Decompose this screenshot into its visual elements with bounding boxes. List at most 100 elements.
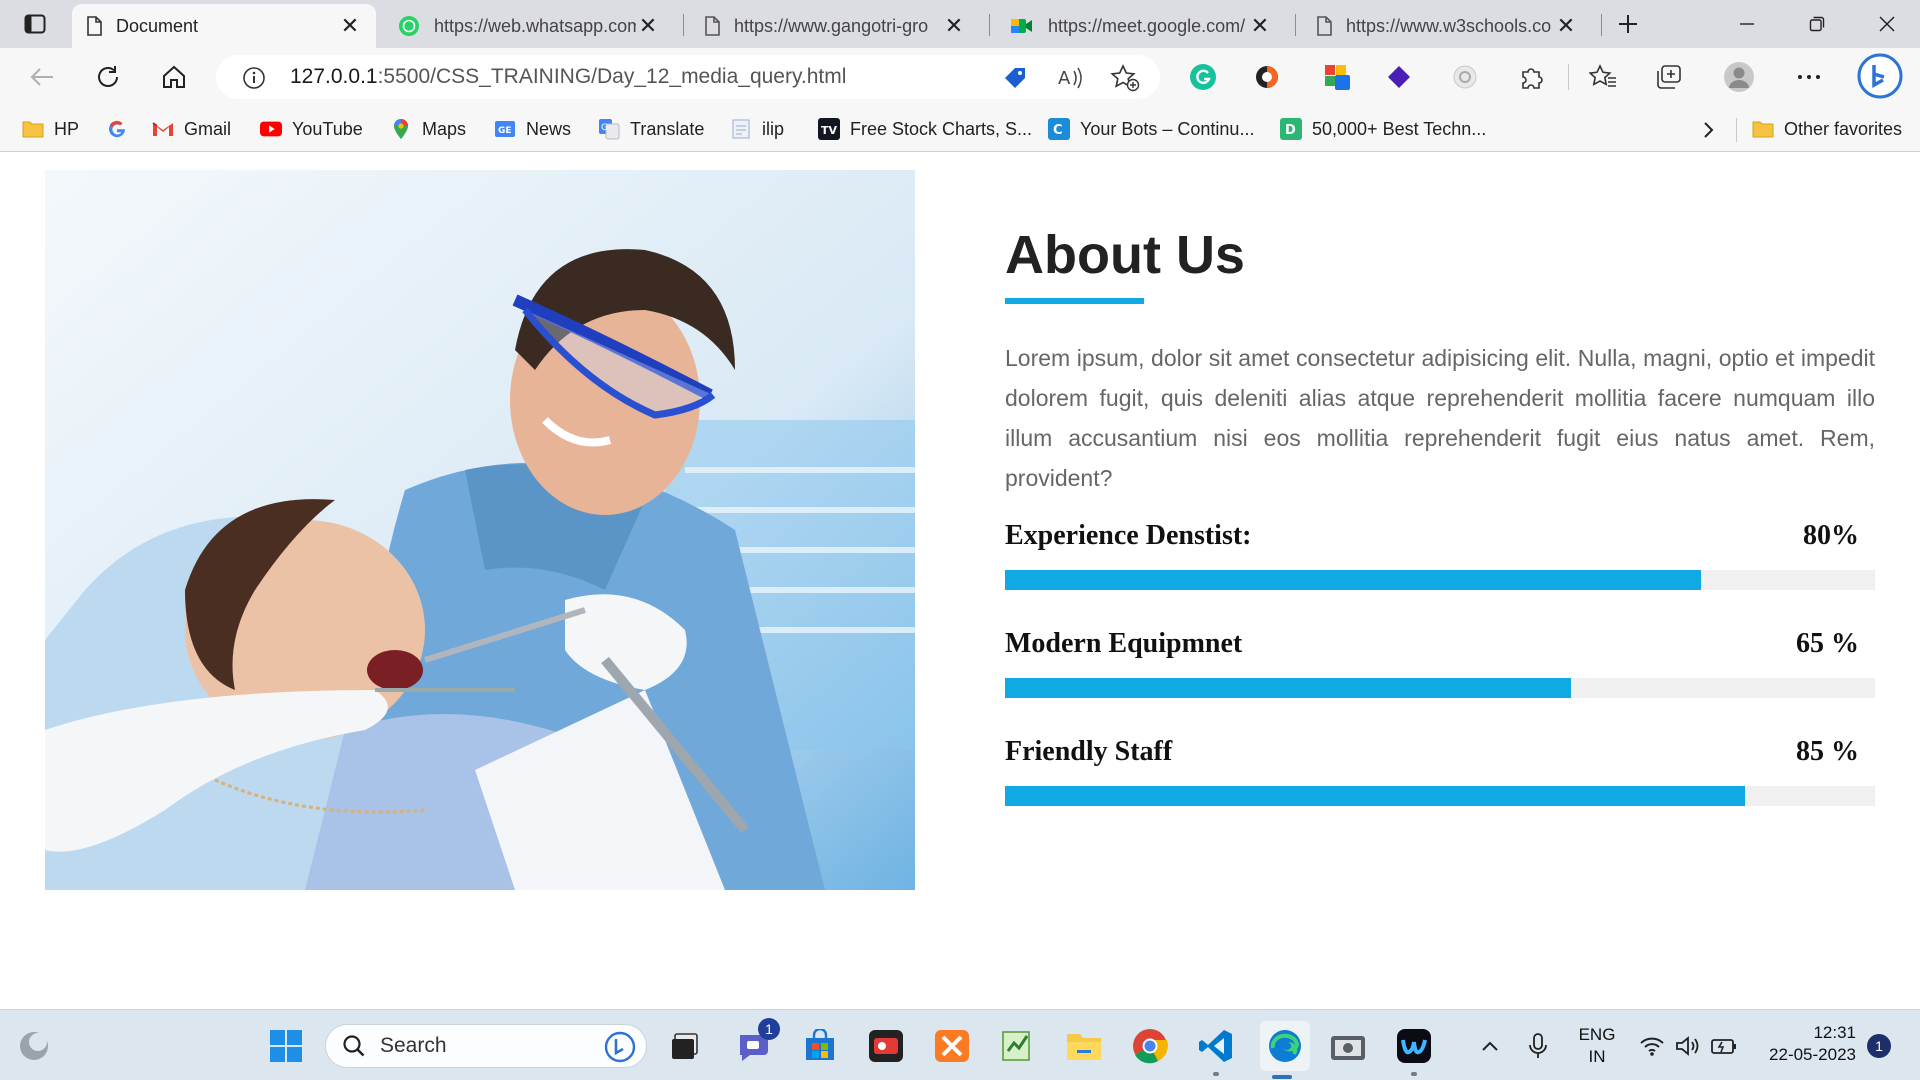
favorites-separator [1736, 118, 1737, 142]
tab-whatsapp[interactable]: https://web.whatsapp.com ✕ [384, 4, 674, 48]
page-icon [1317, 16, 1332, 36]
tab-document[interactable]: Document ✕ [72, 4, 376, 48]
favorites-bar: HP Gmail YouTube Maps GE News G Translat… [0, 106, 1920, 152]
clock[interactable]: 12:31 22-05-2023 [1752, 1022, 1856, 1066]
page-icon [87, 16, 102, 36]
favorite-label: News [526, 118, 572, 139]
close-window-button[interactable] [1854, 0, 1920, 48]
refresh-icon [98, 66, 118, 87]
vscode-icon[interactable] [1194, 1024, 1238, 1076]
document-icon [730, 118, 752, 140]
read-aloud-icon[interactable]: A [1058, 65, 1086, 91]
extension-purple-icon[interactable] [1380, 58, 1418, 96]
back-button[interactable] [22, 57, 62, 97]
profile-avatar[interactable] [1720, 58, 1758, 96]
collections-icon[interactable] [1650, 58, 1688, 96]
favorite-label: HP [54, 118, 80, 139]
file-explorer-icon[interactable] [1062, 1024, 1106, 1068]
minimize-icon [1740, 23, 1754, 25]
add-favorite-icon[interactable] [1110, 64, 1140, 92]
favorite-label: 50,000+ Best Techn... [1312, 118, 1487, 139]
favorite-google[interactable] [106, 114, 138, 144]
grammarly-icon[interactable] [1184, 58, 1222, 96]
wifi-icon[interactable] [1632, 1024, 1672, 1068]
home-button[interactable] [154, 57, 194, 97]
favorite-ilip[interactable]: ilip [730, 114, 784, 144]
favorite-hp[interactable]: HP [22, 114, 79, 144]
svg-text:GE: GE [498, 126, 512, 136]
close-icon[interactable]: ✕ [942, 13, 966, 38]
close-icon[interactable]: ✕ [1248, 13, 1272, 38]
favorite-label: Maps [422, 118, 467, 139]
page-content: About Us Lorem ipsum, dolor sit amet con… [0, 153, 1920, 1009]
close-icon[interactable]: ✕ [1554, 13, 1578, 38]
screen-recorder-icon[interactable] [864, 1024, 908, 1068]
extension-colorful-icon[interactable] [1318, 58, 1356, 96]
extensions-puzzle-icon[interactable] [1512, 58, 1550, 96]
tab-gangotri[interactable]: https://www.gangotri-gro ✕ [690, 4, 980, 48]
edge-icon[interactable] [1260, 1021, 1310, 1079]
other-favorites[interactable]: Other favorites [1752, 114, 1902, 144]
start-button[interactable] [264, 1024, 308, 1068]
minimize-button[interactable] [1714, 0, 1780, 48]
chevron-right-icon[interactable] [1698, 118, 1720, 142]
about-section: About Us Lorem ipsum, dolor sit amet con… [1005, 228, 1875, 806]
favorite-label: Free Stock Charts, S... [850, 118, 1033, 139]
notepad-plus-icon[interactable] [996, 1024, 1040, 1068]
close-icon[interactable]: ✕ [338, 13, 362, 38]
tab-google-meet[interactable]: https://meet.google.com/ ✕ [996, 4, 1286, 48]
address-bar-row: 127.0.0.1:5500/CSS_TRAINING/Day_12_media… [0, 48, 1920, 106]
skill-progress-fill [1005, 678, 1571, 698]
address-bar[interactable]: 127.0.0.1:5500/CSS_TRAINING/Day_12_media… [216, 55, 1160, 99]
more-options-icon[interactable] [1790, 58, 1828, 96]
new-tab-button[interactable] [1610, 8, 1646, 40]
camera-app-icon[interactable] [1326, 1024, 1370, 1068]
coupon-tag-icon[interactable] [1002, 65, 1028, 91]
favorite-label: Gmail [184, 118, 232, 139]
extension-grey-icon[interactable] [1446, 58, 1484, 96]
favorite-label: YouTube [292, 118, 363, 139]
store-icon[interactable] [798, 1024, 842, 1068]
chevron-up-icon[interactable] [1470, 1024, 1510, 1068]
favorite-translate[interactable]: G Translate [598, 114, 704, 144]
favorite-youtube[interactable]: YouTube [260, 114, 363, 144]
clock-date: 22-05-2023 [1769, 1045, 1856, 1064]
extension-orange-icon[interactable] [1248, 58, 1286, 96]
language-indicator[interactable]: ENG IN [1570, 1024, 1624, 1068]
continual-icon: C [1048, 118, 1070, 140]
favorite-tradingview[interactable]: TV Free Stock Charts, S... [818, 114, 1032, 144]
volume-icon[interactable] [1668, 1024, 1708, 1068]
restore-button[interactable] [1784, 0, 1850, 48]
weather-widget-icon[interactable] [12, 1024, 56, 1068]
favorite-your-bots[interactable]: C Your Bots – Continu... [1048, 114, 1254, 144]
close-icon[interactable]: ✕ [636, 13, 660, 38]
svg-text:D: D [1285, 123, 1296, 138]
notification-badge[interactable]: 1 [1867, 1034, 1891, 1058]
restore-icon [1809, 16, 1825, 32]
favorite-news[interactable]: GE News [494, 114, 571, 144]
battery-icon[interactable] [1704, 1024, 1744, 1068]
favorites-icon[interactable] [1584, 58, 1622, 96]
chrome-icon[interactable] [1128, 1024, 1172, 1068]
skill-percent: 65 % [1796, 628, 1859, 659]
tab-actions-button[interactable] [14, 8, 56, 40]
microphone-icon[interactable] [1518, 1024, 1558, 1068]
svg-text:A: A [1058, 68, 1071, 89]
task-view-icon[interactable] [664, 1024, 708, 1068]
tab-w3schools[interactable]: https://www.w3schools.co ✕ [1302, 4, 1592, 48]
maps-pin-icon [390, 118, 412, 140]
bing-chat-icon[interactable] [1856, 52, 1904, 100]
webex-icon[interactable] [1392, 1024, 1436, 1076]
skill-label: Friendly Staff [1005, 736, 1173, 767]
url-text[interactable]: 127.0.0.1:5500/CSS_TRAINING/Day_12_media… [290, 65, 846, 89]
favorite-tech[interactable]: D 50,000+ Best Techn... [1280, 114, 1486, 144]
info-icon[interactable] [242, 66, 266, 90]
skill-percent: 80% [1803, 520, 1859, 551]
taskbar-search[interactable]: Search [325, 1024, 647, 1068]
favorite-gmail[interactable]: Gmail [152, 114, 231, 144]
favorite-label: Translate [630, 118, 705, 139]
favorite-maps[interactable]: Maps [390, 114, 466, 144]
teams-chat-icon[interactable]: 1 [732, 1018, 780, 1068]
xampp-icon[interactable] [930, 1024, 974, 1068]
refresh-button[interactable] [88, 57, 128, 97]
